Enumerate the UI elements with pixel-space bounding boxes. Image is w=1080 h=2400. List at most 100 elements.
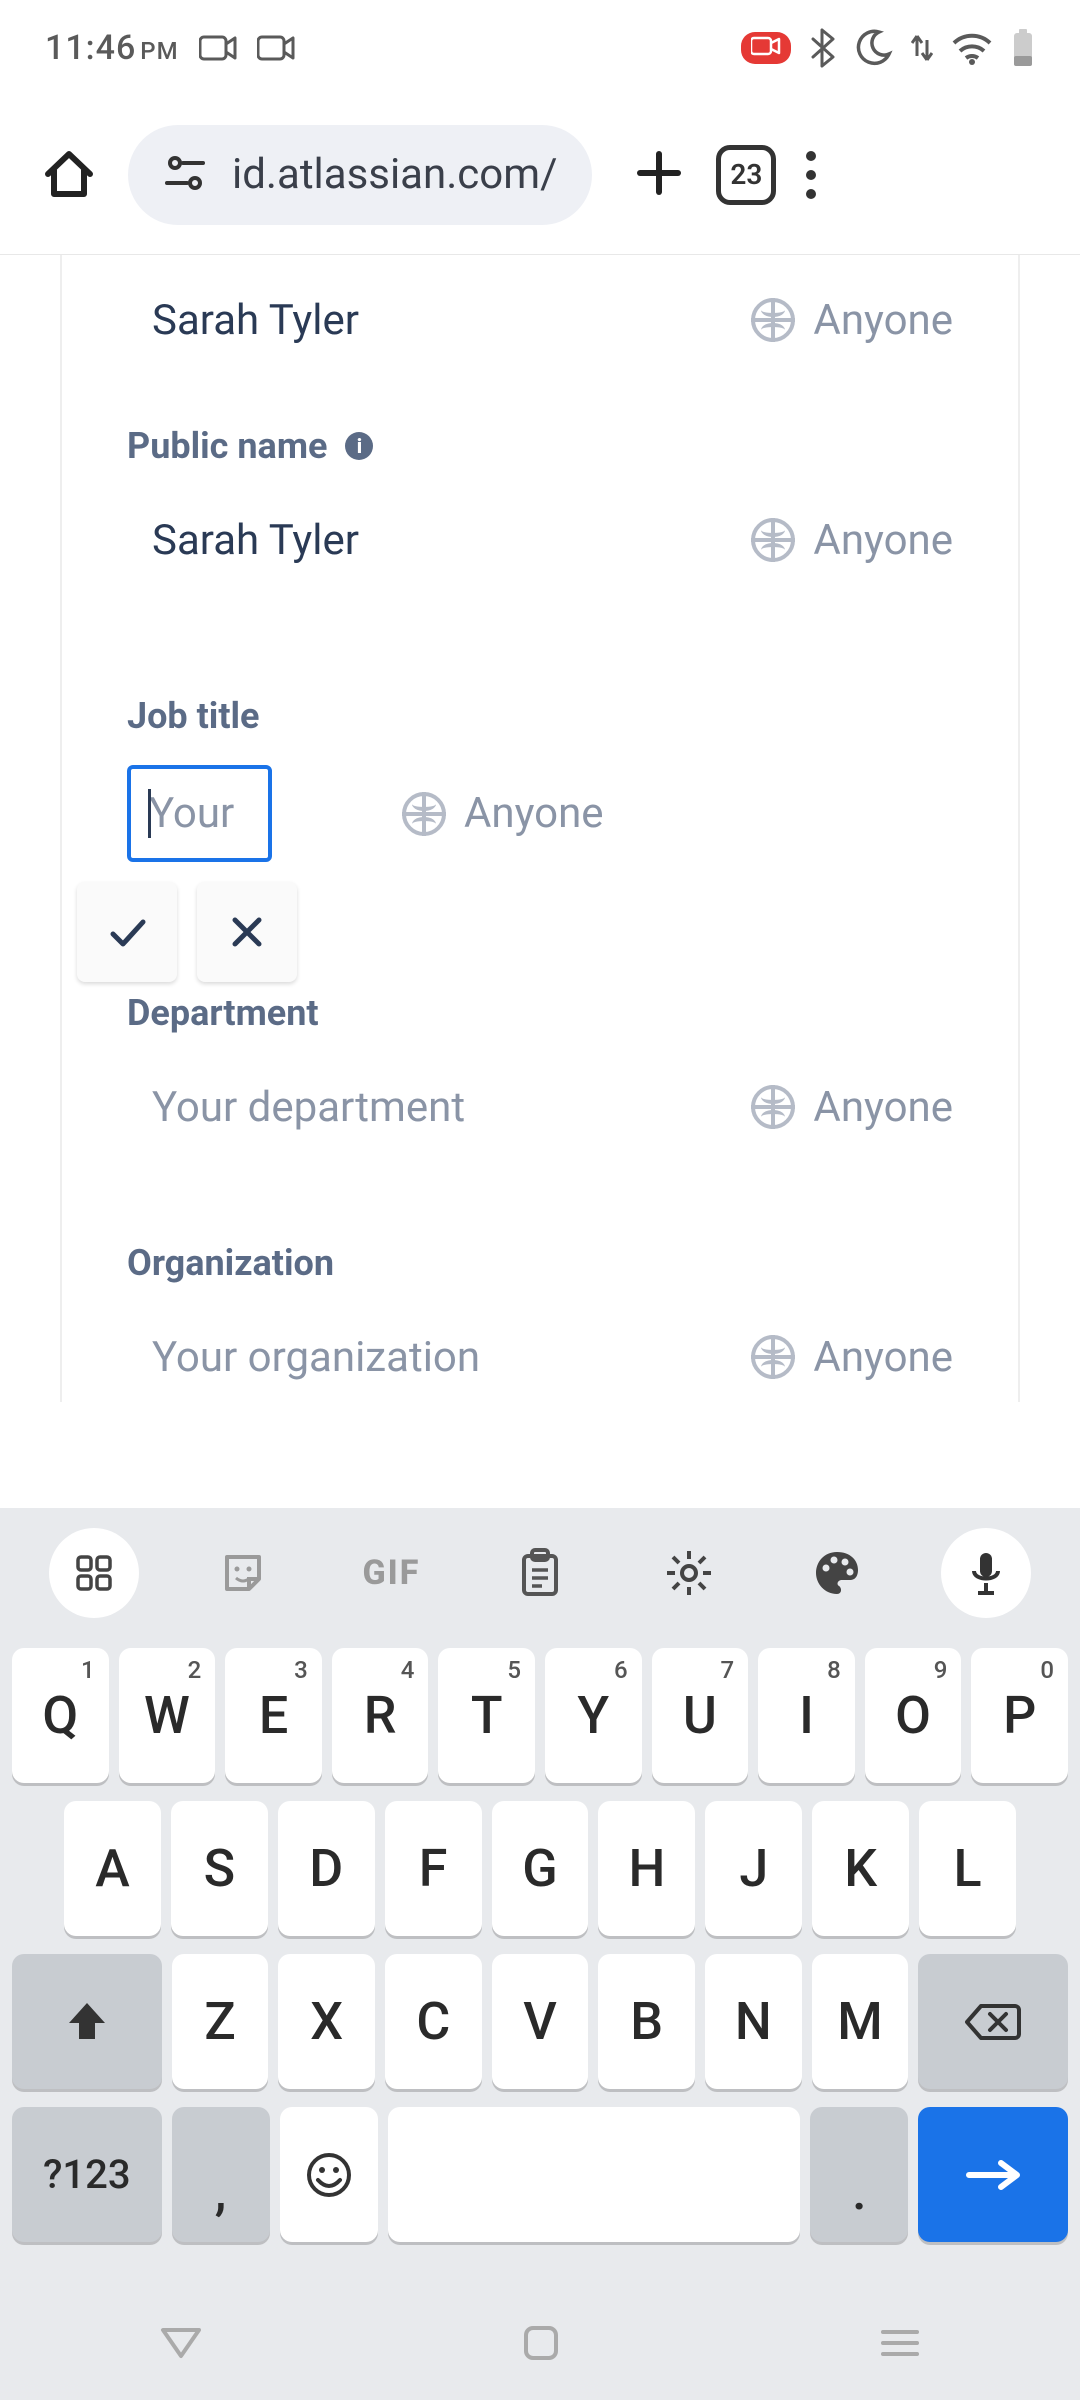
- organization-visibility: Anyone: [751, 1333, 953, 1382]
- symbols-key[interactable]: ?123: [12, 2107, 162, 2242]
- key-g[interactable]: G: [492, 1801, 589, 1936]
- key-r[interactable]: 4R: [332, 1648, 429, 1783]
- job-title-label: Job title: [127, 695, 953, 737]
- key-e[interactable]: 3E: [225, 1648, 322, 1783]
- job-title-row: Your Anyone: [127, 765, 953, 862]
- public-name-label: Public name i: [127, 425, 953, 467]
- key-v[interactable]: V: [492, 1954, 589, 2089]
- key-y[interactable]: 6Y: [545, 1648, 642, 1783]
- keyboard-row-2: ASDFGHJKL: [12, 1801, 1068, 1936]
- public-name-row[interactable]: Sarah Tyler Anyone: [127, 495, 953, 585]
- text-caret: [148, 789, 151, 838]
- comma-key[interactable]: ,: [172, 2107, 270, 2242]
- key-z[interactable]: Z: [172, 1954, 269, 2089]
- sticker-button[interactable]: [198, 1528, 288, 1618]
- cancel-button[interactable]: [197, 882, 297, 982]
- video-icon: [199, 34, 237, 62]
- key-f[interactable]: F: [385, 1801, 482, 1936]
- department-visibility: Anyone: [751, 1083, 953, 1132]
- symbols-label: ?123: [43, 2151, 131, 2198]
- job-title-placeholder: Your: [149, 789, 234, 838]
- backspace-key[interactable]: [918, 1954, 1068, 2089]
- organization-label: Organization: [127, 1242, 953, 1284]
- visibility-label: Anyone: [464, 789, 604, 838]
- info-icon[interactable]: i: [345, 432, 373, 460]
- enter-key[interactable]: [918, 2107, 1068, 2242]
- visibility-label: Anyone: [813, 296, 953, 345]
- organization-row[interactable]: Your organization Anyone: [127, 1312, 953, 1402]
- url-text: id.atlassian.com/: [232, 150, 557, 199]
- system-navigation-bar: [0, 2290, 1080, 2400]
- key-d[interactable]: D: [278, 1801, 375, 1936]
- nav-back-button[interactable]: [159, 2326, 203, 2364]
- address-bar[interactable]: id.atlassian.com/: [128, 125, 592, 225]
- space-key[interactable]: [388, 2107, 801, 2242]
- shift-key[interactable]: [12, 1954, 162, 2089]
- comma-label: ,: [215, 2161, 227, 2242]
- clipboard-button[interactable]: [495, 1528, 585, 1618]
- keyboard-toolbar: GIF: [0, 1508, 1080, 1638]
- soft-keyboard: GIF 1Q2W3E4R5T6Y7U8I9O0P ASDFGHJKL ZXCVB…: [0, 1508, 1080, 2400]
- job-title-visibility[interactable]: Anyone: [402, 789, 604, 838]
- overflow-menu-button[interactable]: [806, 151, 816, 199]
- period-label: .: [852, 2161, 866, 2242]
- confirm-button[interactable]: [77, 882, 177, 982]
- globe-icon: [751, 1085, 795, 1129]
- key-u[interactable]: 7U: [652, 1648, 749, 1783]
- key-p[interactable]: 0P: [971, 1648, 1068, 1783]
- gif-button[interactable]: GIF: [346, 1528, 436, 1618]
- key-t[interactable]: 5T: [438, 1648, 535, 1783]
- key-x[interactable]: X: [278, 1954, 375, 2089]
- nav-recents-button[interactable]: [879, 2326, 921, 2364]
- browser-toolbar: id.atlassian.com/ 23: [0, 95, 1080, 255]
- key-n[interactable]: N: [705, 1954, 802, 2089]
- tab-switcher-button[interactable]: 23: [716, 145, 776, 205]
- job-title-label-text: Job title: [127, 695, 260, 737]
- period-key[interactable]: .: [810, 2107, 908, 2242]
- key-w[interactable]: 2W: [119, 1648, 216, 1783]
- key-o[interactable]: 9O: [865, 1648, 962, 1783]
- department-label-text: Department: [127, 992, 319, 1034]
- key-a[interactable]: A: [64, 1801, 161, 1936]
- public-name-label-text: Public name: [127, 425, 327, 467]
- status-time-value: 11:46: [45, 28, 136, 68]
- visibility-label: Anyone: [813, 516, 953, 565]
- organization-label-text: Organization: [127, 1242, 334, 1284]
- moon-icon: [853, 28, 893, 68]
- department-row[interactable]: Your department Anyone: [127, 1062, 953, 1152]
- edit-actions: [77, 882, 953, 982]
- key-i[interactable]: 8I: [758, 1648, 855, 1783]
- department-label: Department: [127, 992, 953, 1034]
- bluetooth-icon: [809, 28, 835, 68]
- full-name-row[interactable]: Sarah Tyler Anyone: [127, 275, 953, 365]
- settings-button[interactable]: [644, 1528, 734, 1618]
- home-button[interactable]: [40, 144, 98, 206]
- new-tab-button[interactable]: [632, 146, 686, 204]
- data-transfer-icon: [911, 30, 933, 66]
- keyboard-apps-button[interactable]: [49, 1528, 139, 1618]
- visibility-label: Anyone: [813, 1333, 953, 1382]
- nav-home-button[interactable]: [522, 2324, 560, 2366]
- theme-button[interactable]: [792, 1528, 882, 1618]
- key-c[interactable]: C: [385, 1954, 482, 2089]
- gif-label: GIF: [362, 1553, 420, 1593]
- key-j[interactable]: J: [705, 1801, 802, 1936]
- globe-icon: [402, 792, 446, 836]
- emoji-key[interactable]: [280, 2107, 378, 2242]
- key-l[interactable]: L: [919, 1801, 1016, 1936]
- job-title-input[interactable]: Your: [127, 765, 272, 862]
- key-h[interactable]: H: [598, 1801, 695, 1936]
- wifi-icon: [951, 31, 993, 65]
- organization-placeholder: Your organization: [127, 1333, 480, 1382]
- key-b[interactable]: B: [598, 1954, 695, 2089]
- key-k[interactable]: K: [812, 1801, 909, 1936]
- page-content: Sarah Tyler Anyone Public name i Sarah T…: [0, 255, 1080, 1508]
- public-name-value: Sarah Tyler: [127, 516, 359, 565]
- key-s[interactable]: S: [171, 1801, 268, 1936]
- status-bar: 11:46PM: [0, 0, 1080, 95]
- key-q[interactable]: 1Q: [12, 1648, 109, 1783]
- globe-icon: [751, 1335, 795, 1379]
- status-time: 11:46PM: [45, 28, 179, 68]
- key-m[interactable]: M: [812, 1954, 909, 2089]
- voice-input-button[interactable]: [941, 1528, 1031, 1618]
